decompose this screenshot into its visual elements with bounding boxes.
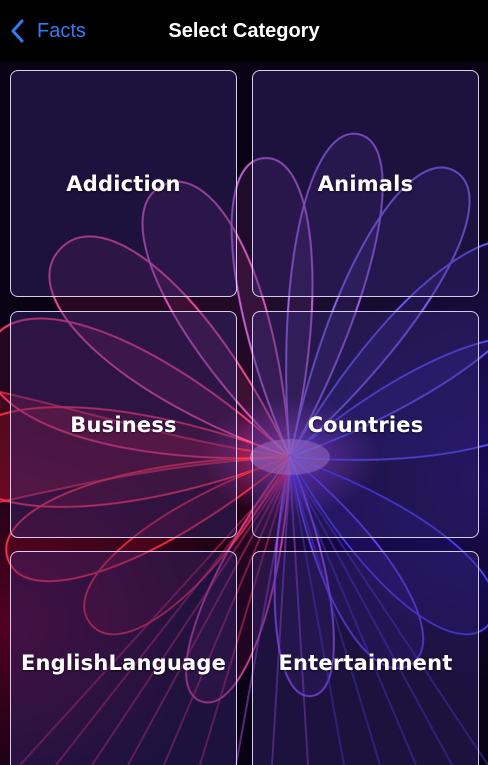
- category-tile-english-language[interactable]: EnglishLanguage: [10, 551, 237, 765]
- category-label: Entertainment: [278, 651, 453, 675]
- category-tile-entertainment[interactable]: Entertainment: [252, 551, 479, 765]
- category-tile-animals[interactable]: Animals: [252, 70, 479, 297]
- page-title: Select Category: [168, 20, 320, 42]
- category-tile-countries[interactable]: Countries: [252, 311, 479, 538]
- category-grid: Addiction Animals Business Countries Eng…: [0, 62, 488, 765]
- category-label: EnglishLanguage: [20, 651, 227, 675]
- category-label: Animals: [317, 171, 414, 196]
- category-label: Business: [70, 412, 177, 437]
- category-label: Countries: [307, 412, 424, 437]
- category-label: Addiction: [66, 171, 181, 196]
- navigation-bar: Facts Select Category: [0, 0, 488, 62]
- category-tile-business[interactable]: Business: [10, 311, 237, 538]
- category-tile-addiction[interactable]: Addiction: [10, 70, 237, 297]
